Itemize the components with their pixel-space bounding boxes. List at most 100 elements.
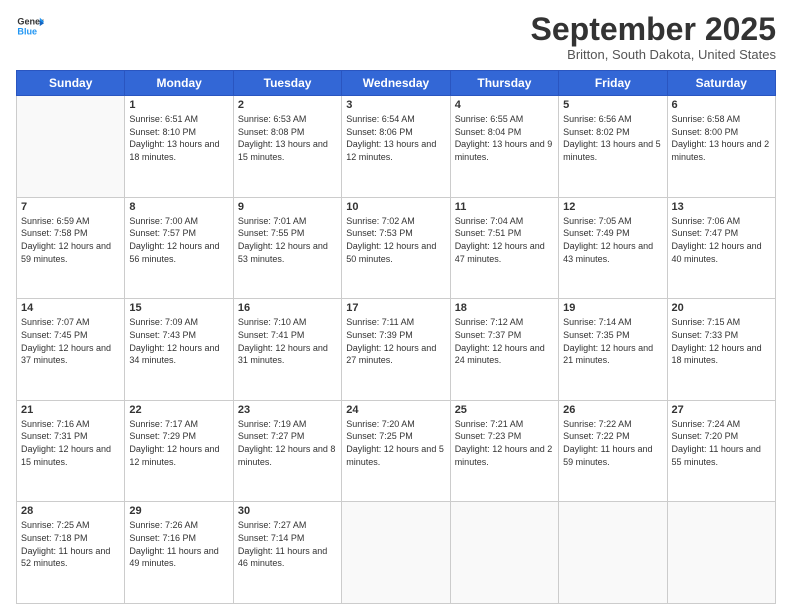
calendar-cell: 2 Sunrise: 6:53 AMSunset: 8:08 PMDaylight… [233, 96, 341, 198]
calendar-cell: 10 Sunrise: 7:02 AMSunset: 7:53 PMDayligh… [342, 197, 450, 299]
calendar-cell [667, 502, 775, 604]
day-info: Sunrise: 7:06 AMSunset: 7:47 PMDaylight:… [672, 215, 771, 265]
day-number: 22 [129, 404, 228, 416]
calendar-cell [17, 96, 125, 198]
day-info: Sunrise: 7:17 AMSunset: 7:29 PMDaylight:… [129, 418, 228, 468]
calendar-cell: 18Sunrise: 7:12 AMSunset: 7:37 PMDayligh… [450, 299, 558, 401]
day-info: Sunrise: 6:58 AMSunset: 8:00 PMDaylight:… [672, 113, 771, 163]
day-number: 10 [346, 201, 445, 213]
day-info: Sunrise: 7:19 AMSunset: 7:27 PMDaylight:… [238, 418, 337, 468]
calendar-cell: 22 Sunrise: 7:17 AMSunset: 7:29 PMDayligh… [125, 400, 233, 502]
calendar-cell [559, 502, 667, 604]
calendar-cell: 14 Sunrise: 7:07 AMSunset: 7:45 PMDayligh… [17, 299, 125, 401]
calendar-cell: 5Sunrise: 6:56 AMSunset: 8:02 PMDaylight… [559, 96, 667, 198]
page: General Blue September 2025 Britton, Sou… [0, 0, 792, 612]
calendar-cell: 12Sunrise: 7:05 AMSunset: 7:49 PMDayligh… [559, 197, 667, 299]
day-info: Sunrise: 7:26 AMSunset: 7:16 PMDaylight:… [129, 519, 228, 569]
day-number: 19 [563, 302, 662, 314]
day-info: Sunrise: 7:01 AMSunset: 7:55 PMDaylight:… [238, 215, 337, 265]
col-monday: Monday [125, 71, 233, 96]
calendar-cell: 29 Sunrise: 7:26 AMSunset: 7:16 PMDayligh… [125, 502, 233, 604]
col-thursday: Thursday [450, 71, 558, 96]
col-saturday: Saturday [667, 71, 775, 96]
location: Britton, South Dakota, United States [531, 47, 776, 62]
calendar-cell: 25 Sunrise: 7:21 AMSunset: 7:23 PMDayligh… [450, 400, 558, 502]
week-row-1: 7 Sunrise: 6:59 AMSunset: 7:58 PMDaylight… [17, 197, 776, 299]
week-row-2: 14 Sunrise: 7:07 AMSunset: 7:45 PMDayligh… [17, 299, 776, 401]
calendar-table: Sunday Monday Tuesday Wednesday Thursday… [16, 70, 776, 604]
day-number: 6 [672, 99, 771, 111]
calendar-cell: 8 Sunrise: 7:00 AMSunset: 7:57 PMDaylight… [125, 197, 233, 299]
calendar-cell: 17 Sunrise: 7:11 AMSunset: 7:39 PMDayligh… [342, 299, 450, 401]
calendar-cell: 11Sunrise: 7:04 AMSunset: 7:51 PMDayligh… [450, 197, 558, 299]
col-tuesday: Tuesday [233, 71, 341, 96]
day-number: 24 [346, 404, 445, 416]
week-row-4: 28 Sunrise: 7:25 AMSunset: 7:18 PMDayligh… [17, 502, 776, 604]
day-info: Sunrise: 7:04 AMSunset: 7:51 PMDaylight:… [455, 215, 554, 265]
day-info: Sunrise: 7:25 AMSunset: 7:18 PMDaylight:… [21, 519, 120, 569]
calendar-cell: 30Sunrise: 7:27 AMSunset: 7:14 PMDayligh… [233, 502, 341, 604]
day-info: Sunrise: 7:12 AMSunset: 7:37 PMDaylight:… [455, 316, 554, 366]
day-info: Sunrise: 7:22 AMSunset: 7:22 PMDaylight:… [563, 418, 662, 468]
day-info: Sunrise: 7:15 AMSunset: 7:33 PMDaylight:… [672, 316, 771, 366]
day-number: 7 [21, 201, 120, 213]
col-sunday: Sunday [17, 71, 125, 96]
day-info: Sunrise: 6:59 AMSunset: 7:58 PMDaylight:… [21, 215, 120, 265]
day-info: Sunrise: 6:55 AMSunset: 8:04 PMDaylight:… [455, 113, 554, 163]
day-number: 14 [21, 302, 120, 314]
day-number: 29 [129, 505, 228, 517]
day-number: 25 [455, 404, 554, 416]
day-number: 1 [129, 99, 228, 111]
day-number: 26 [563, 404, 662, 416]
day-number: 30 [238, 505, 337, 517]
calendar-cell: 9Sunrise: 7:01 AMSunset: 7:55 PMDaylight… [233, 197, 341, 299]
week-row-0: 1Sunrise: 6:51 AMSunset: 8:10 PMDaylight… [17, 96, 776, 198]
day-info: Sunrise: 6:53 AMSunset: 8:08 PMDaylight:… [238, 113, 337, 163]
day-number: 16 [238, 302, 337, 314]
calendar-cell: 24Sunrise: 7:20 AMSunset: 7:25 PMDayligh… [342, 400, 450, 502]
calendar-cell: 7 Sunrise: 6:59 AMSunset: 7:58 PMDaylight… [17, 197, 125, 299]
day-number: 8 [129, 201, 228, 213]
day-info: Sunrise: 7:05 AMSunset: 7:49 PMDaylight:… [563, 215, 662, 265]
day-info: Sunrise: 7:02 AMSunset: 7:53 PMDaylight:… [346, 215, 445, 265]
calendar-cell: 6 Sunrise: 6:58 AMSunset: 8:00 PMDaylight… [667, 96, 775, 198]
header-row: Sunday Monday Tuesday Wednesday Thursday… [17, 71, 776, 96]
day-info: Sunrise: 7:07 AMSunset: 7:45 PMDaylight:… [21, 316, 120, 366]
month-title: September 2025 [531, 12, 776, 47]
day-info: Sunrise: 7:11 AMSunset: 7:39 PMDaylight:… [346, 316, 445, 366]
calendar-cell: 3 Sunrise: 6:54 AMSunset: 8:06 PMDaylight… [342, 96, 450, 198]
day-info: Sunrise: 6:54 AMSunset: 8:06 PMDaylight:… [346, 113, 445, 163]
day-number: 28 [21, 505, 120, 517]
day-info: Sunrise: 7:21 AMSunset: 7:23 PMDaylight:… [455, 418, 554, 468]
svg-text:Blue: Blue [17, 26, 37, 36]
day-number: 27 [672, 404, 771, 416]
calendar-cell: 1Sunrise: 6:51 AMSunset: 8:10 PMDaylight… [125, 96, 233, 198]
calendar-cell: 15 Sunrise: 7:09 AMSunset: 7:43 PMDayligh… [125, 299, 233, 401]
col-wednesday: Wednesday [342, 71, 450, 96]
day-number: 2 [238, 99, 337, 111]
day-number: 4 [455, 99, 554, 111]
day-info: Sunrise: 7:00 AMSunset: 7:57 PMDaylight:… [129, 215, 228, 265]
day-info: Sunrise: 7:09 AMSunset: 7:43 PMDaylight:… [129, 316, 228, 366]
header: General Blue September 2025 Britton, Sou… [16, 12, 776, 62]
day-info: Sunrise: 7:14 AMSunset: 7:35 PMDaylight:… [563, 316, 662, 366]
title-block: September 2025 Britton, South Dakota, Un… [531, 12, 776, 62]
day-number: 15 [129, 302, 228, 314]
calendar-cell: 13 Sunrise: 7:06 AMSunset: 7:47 PMDayligh… [667, 197, 775, 299]
day-number: 17 [346, 302, 445, 314]
calendar-cell: 19 Sunrise: 7:14 AMSunset: 7:35 PMDayligh… [559, 299, 667, 401]
day-info: Sunrise: 7:10 AMSunset: 7:41 PMDaylight:… [238, 316, 337, 366]
week-row-3: 21Sunrise: 7:16 AMSunset: 7:31 PMDayligh… [17, 400, 776, 502]
logo-icon: General Blue [16, 12, 44, 40]
day-number: 5 [563, 99, 662, 111]
calendar-cell: 4 Sunrise: 6:55 AMSunset: 8:04 PMDaylight… [450, 96, 558, 198]
col-friday: Friday [559, 71, 667, 96]
calendar-cell: 16 Sunrise: 7:10 AMSunset: 7:41 PMDayligh… [233, 299, 341, 401]
day-info: Sunrise: 7:16 AMSunset: 7:31 PMDaylight:… [21, 418, 120, 468]
calendar-cell: 26 Sunrise: 7:22 AMSunset: 7:22 PMDayligh… [559, 400, 667, 502]
day-number: 3 [346, 99, 445, 111]
calendar-cell: 23 Sunrise: 7:19 AMSunset: 7:27 PMDayligh… [233, 400, 341, 502]
day-number: 23 [238, 404, 337, 416]
day-number: 13 [672, 201, 771, 213]
calendar-cell: 28 Sunrise: 7:25 AMSunset: 7:18 PMDayligh… [17, 502, 125, 604]
